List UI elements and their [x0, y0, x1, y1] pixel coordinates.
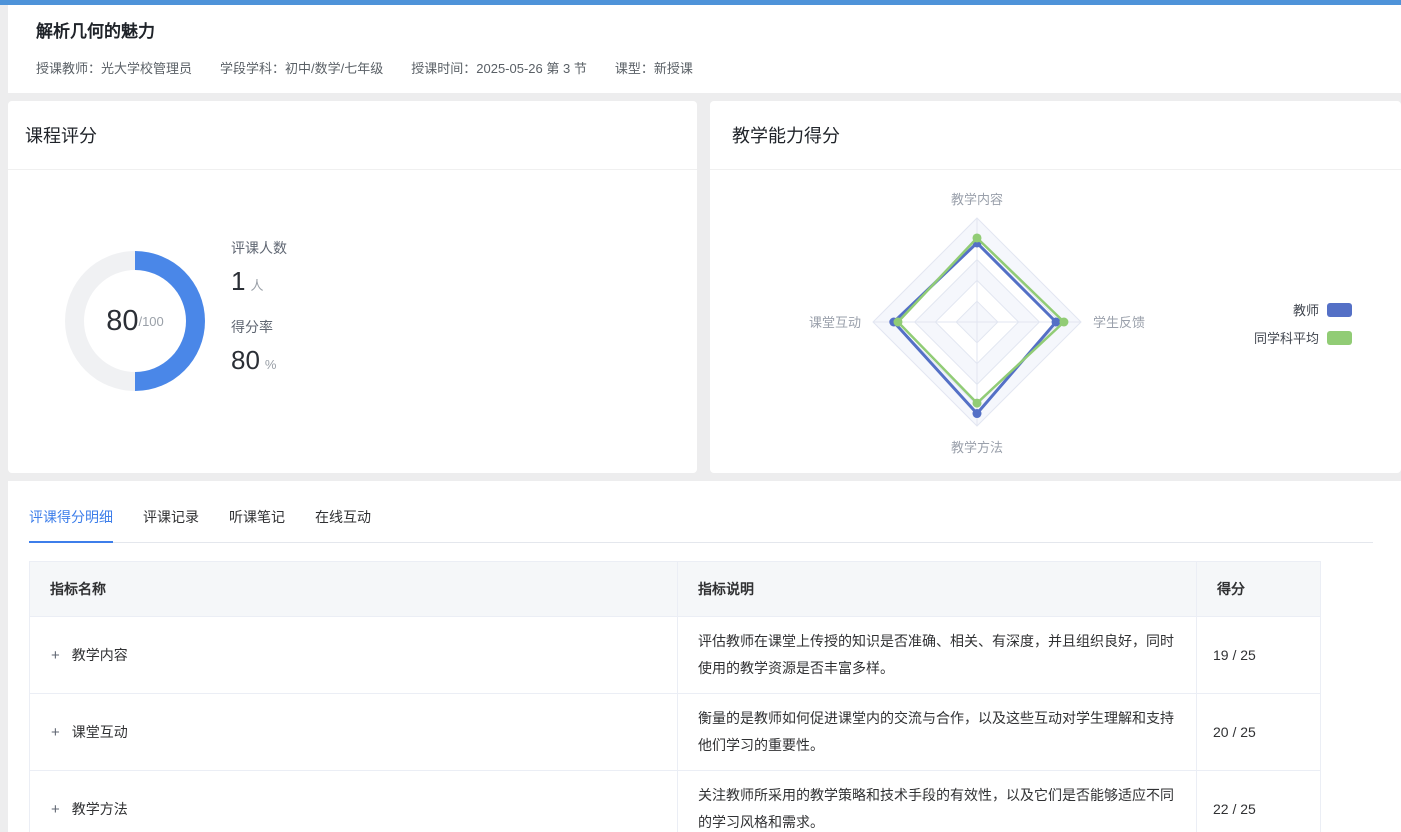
tab-0[interactable]: 评课得分明细 — [29, 507, 113, 542]
indicator-desc-cell: 衡量的是教师如何促进课堂内的交流与合作，以及这些互动对学生理解和支持他们学习的重… — [678, 694, 1197, 771]
legend-label: 教师 — [1293, 300, 1319, 319]
indicator-score-cell: 20 / 25 — [1197, 694, 1321, 771]
indicator-name-cell: + 课堂互动 — [30, 694, 678, 771]
stat-unit: 人 — [250, 278, 263, 293]
radar-axis-label: 课堂互动 — [809, 315, 861, 330]
legend-item[interactable]: 同学科平均 — [1254, 328, 1352, 347]
indicator-name: 教学内容 — [72, 647, 128, 663]
radar-point — [973, 399, 982, 408]
table-row: + 课堂互动 衡量的是教师如何促进课堂内的交流与合作，以及这些互动对学生理解和支持他… — [30, 694, 1321, 771]
radar-axis-label: 学生反馈 — [1093, 315, 1145, 330]
radar-point — [973, 233, 982, 242]
radar-axis-label: 教学方法 — [951, 440, 1003, 455]
tab-1[interactable]: 评课记录 — [143, 507, 199, 542]
indicator-name: 教学方法 — [72, 801, 128, 817]
expand-icon[interactable]: + — [51, 724, 60, 741]
legend-swatch — [1327, 303, 1352, 317]
meta-item: 学段学科：初中/数学/七年级 — [220, 58, 383, 77]
detail-panel: 评课得分明细评课记录听课笔记在线互动 指标名称指标说明得分 + 教学内容 评估教师在… — [8, 481, 1401, 832]
radar-point — [973, 409, 982, 418]
tab-2[interactable]: 听课笔记 — [229, 507, 285, 542]
table-body: + 教学内容 评估教师在课堂上传授的知识是否准确、相关、有深度，并且组织良好，同时使… — [30, 617, 1321, 832]
score-stats: 评课人数 1人得分率 80% — [231, 238, 287, 472]
stat-number: 80 — [231, 345, 260, 375]
radar-point — [1059, 318, 1068, 327]
indicator-score-cell: 22 / 25 — [1197, 771, 1321, 832]
stat-value: 1人 — [231, 266, 287, 297]
column-header-2: 得分 — [1197, 562, 1321, 617]
table-header-row: 指标名称指标说明得分 — [30, 562, 1321, 617]
indicator-desc-cell: 评估教师在课堂上传授的知识是否准确、相关、有深度，并且组织良好，同时使用的教学资… — [678, 617, 1197, 694]
stat-value: 80% — [231, 345, 287, 376]
indicator-score-cell: 19 / 25 — [1197, 617, 1321, 694]
tab-bar: 评课得分明细评课记录听课笔记在线互动 — [29, 507, 1373, 543]
score-max: /100 — [138, 314, 163, 329]
course-score-card: 课程评分 80/100 评课人数 1人得分率 80% — [8, 101, 697, 473]
radar-point — [893, 318, 902, 327]
indicator-desc-cell: 关注教师所采用的教学策略和技术手段的有效性，以及它们是否能够适应不同的学习风格和… — [678, 771, 1197, 832]
table-row: + 教学内容 评估教师在课堂上传授的知识是否准确、相关、有深度，并且组织良好，同时使… — [30, 617, 1321, 694]
course-meta: 授课教师：光大学校管理员 学段学科：初中/数学/七年级 授课时间：2025-05-2… — [36, 58, 1401, 77]
stat-label: 评课人数 — [231, 238, 287, 258]
meta-item: 授课教师：光大学校管理员 — [36, 58, 192, 77]
meta-item: 授课时间：2025-05-26 第 3 节 — [411, 58, 587, 77]
expand-icon[interactable]: + — [51, 801, 60, 818]
expand-icon[interactable]: + — [51, 647, 60, 664]
radar-legend: 教师同学科平均 — [1254, 300, 1352, 356]
radar-axis-label: 教学内容 — [951, 192, 1003, 207]
donut-gauge: 80/100 — [65, 251, 205, 391]
column-header-0: 指标名称 — [30, 562, 678, 617]
course-score-card-title: 课程评分 — [8, 101, 697, 170]
stat-number: 1 — [231, 266, 245, 296]
legend-swatch — [1327, 331, 1352, 345]
meta-item: 课型：新授课 — [615, 58, 693, 77]
indicator-name-cell: + 教学方法 — [30, 771, 678, 832]
legend-item[interactable]: 教师 — [1254, 300, 1352, 319]
teaching-ability-card: 教学能力得分 教学内容学生反馈教学方法 课堂互动 教师同学科平均 — [710, 101, 1401, 473]
tab-3[interactable]: 在线互动 — [315, 507, 371, 542]
legend-label: 同学科平均 — [1254, 328, 1319, 347]
stat-unit: % — [265, 357, 277, 372]
column-header-1: 指标说明 — [678, 562, 1197, 617]
indicator-name-cell: + 教学内容 — [30, 617, 678, 694]
score-value: 80 — [106, 305, 138, 338]
indicator-table: 指标名称指标说明得分 + 教学内容 评估教师在课堂上传授的知识是否准确、相关、有深度… — [29, 561, 1321, 832]
page-title: 解析几何的魅力 — [36, 17, 1401, 42]
indicator-name: 课堂互动 — [72, 724, 128, 740]
course-header: 解析几何的魅力 授课教师：光大学校管理员 学段学科：初中/数学/七年级 授课时间：2… — [8, 5, 1401, 93]
donut-center: 80/100 — [84, 270, 186, 372]
table-row: + 教学方法 关注教师所采用的教学策略和技术手段的有效性，以及它们是否能够适应不同的… — [30, 771, 1321, 832]
teaching-ability-card-title: 教学能力得分 — [710, 101, 1401, 170]
stat-label: 得分率 — [231, 317, 287, 337]
